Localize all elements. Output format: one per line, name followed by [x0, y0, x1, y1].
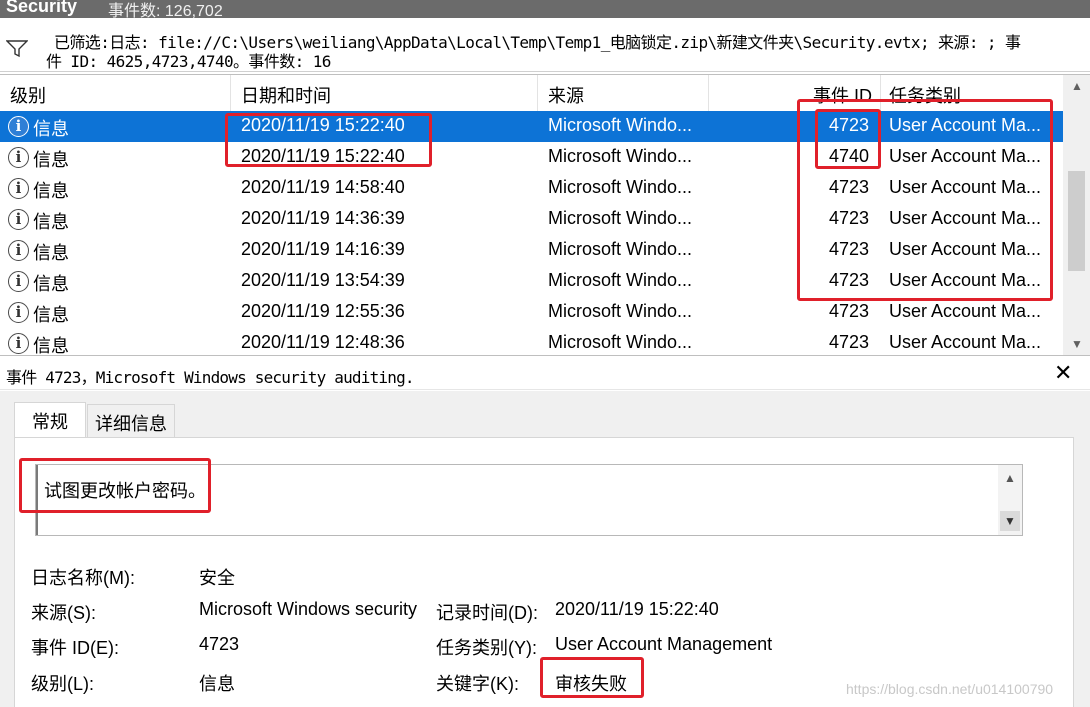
- info-icon: i: [8, 116, 29, 137]
- info-icon: i: [8, 147, 29, 168]
- scroll-down-icon[interactable]: ▼: [1071, 337, 1083, 351]
- filter-text-line2: 件 ID: 4625,4723,4740。事件数: 16: [46, 52, 331, 71]
- event-header: 事件 4723，Microsoft Windows security audit…: [0, 360, 1090, 390]
- log-name-value: 安全: [199, 568, 235, 588]
- level-label: 级别(L):: [31, 674, 94, 694]
- watermark: https://blog.csdn.net/u014100790: [846, 681, 1054, 697]
- column-header-level[interactable]: 级别: [10, 82, 46, 108]
- source-label: 来源(S):: [31, 603, 96, 623]
- logged-value: 2020/11/19 15:22:40: [555, 599, 719, 619]
- info-icon: i: [8, 271, 29, 292]
- scroll-up-icon[interactable]: ▲: [1071, 79, 1083, 93]
- level-value: 信息: [199, 674, 235, 694]
- info-icon: i: [8, 178, 29, 199]
- chevron-up-icon[interactable]: ▲: [1004, 471, 1016, 485]
- table-row[interactable]: i 信息 2020/11/19 12:55:36 Microsoft Windo…: [0, 297, 1063, 328]
- table-scrollbar[interactable]: ▲ ▼: [1063, 75, 1090, 355]
- event-title: 事件 4723，Microsoft Windows security audit…: [6, 368, 415, 387]
- log-name: Security: [6, 0, 78, 16]
- log-name-label: 日志名称(M):: [31, 568, 135, 588]
- column-header-source[interactable]: 来源: [548, 82, 584, 108]
- event-id-label: 事件 ID(E):: [31, 638, 119, 658]
- filter-icon: [6, 40, 28, 58]
- title-bar: Security 事件数: 126,702: [0, 0, 1090, 20]
- table-row[interactable]: i 信息 2020/11/19 12:48:36 Microsoft Windo…: [0, 328, 1063, 355]
- info-icon: i: [8, 240, 29, 261]
- highlight-box: [815, 109, 881, 169]
- highlight-box: [225, 113, 432, 167]
- close-icon[interactable]: ✕: [1054, 360, 1072, 386]
- highlight-box: [540, 657, 644, 698]
- info-icon: i: [8, 209, 29, 230]
- info-icon: i: [8, 302, 29, 323]
- scrollbar-thumb[interactable]: [1068, 171, 1085, 271]
- task-category-label: 任务类别(Y):: [436, 638, 537, 658]
- description-scrollbar[interactable]: ▲ ▼: [998, 465, 1022, 535]
- info-icon: i: [8, 333, 29, 354]
- column-header-datetime[interactable]: 日期和时间: [241, 82, 331, 108]
- keywords-label: 关键字(K):: [436, 674, 519, 694]
- tab-details[interactable]: 详细信息: [87, 404, 175, 438]
- event-id-value: 4723: [199, 634, 240, 654]
- task-category-value: User Account Management: [555, 634, 773, 654]
- logged-label: 记录时间(D):: [436, 603, 538, 623]
- chevron-down-icon[interactable]: ▼: [1000, 511, 1020, 531]
- filter-bar: 已筛选:日志: file://C:\Users\weiliang\AppData…: [0, 18, 1090, 72]
- tab-general[interactable]: 常规: [14, 402, 86, 438]
- highlight-box: [19, 458, 211, 513]
- source-value: Microsoft Windows security: [199, 599, 418, 619]
